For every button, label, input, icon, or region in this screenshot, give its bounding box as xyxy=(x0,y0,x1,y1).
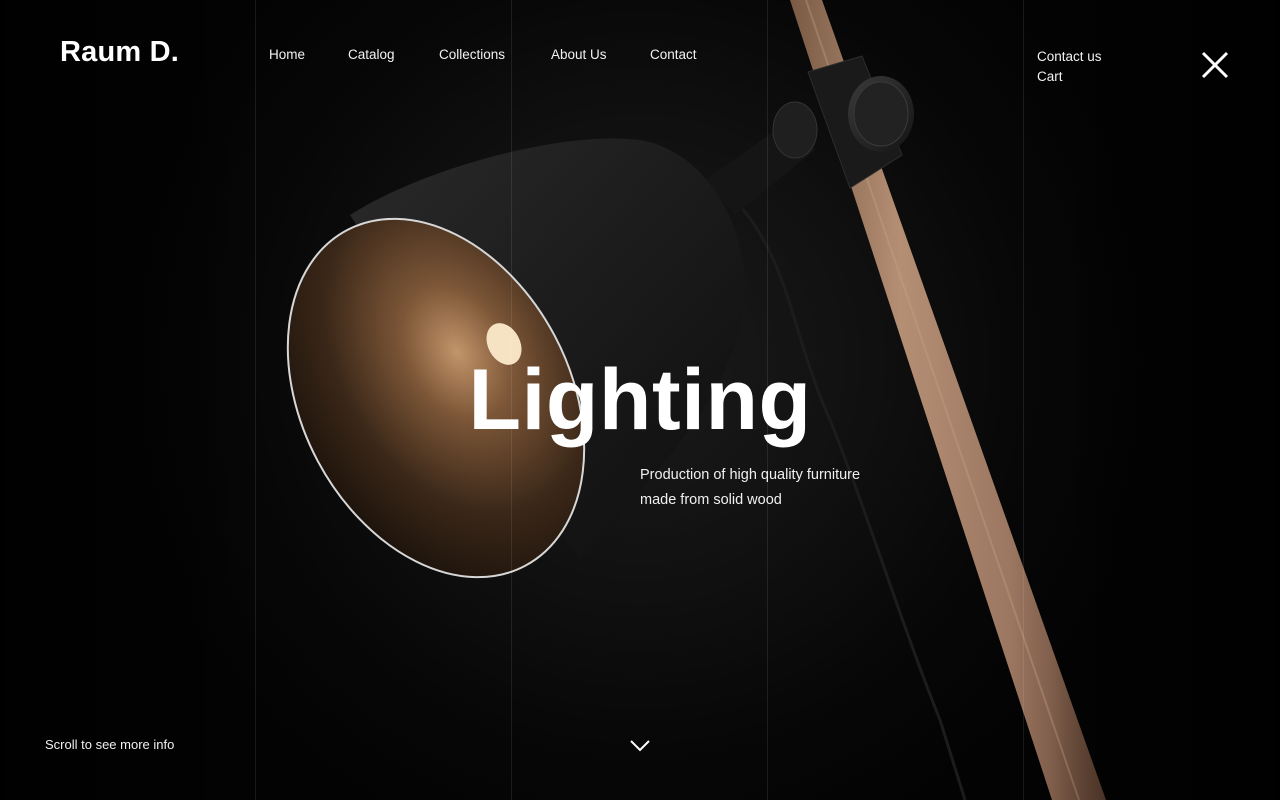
nav-item-about-us[interactable]: About Us xyxy=(551,47,607,62)
brand-logo[interactable]: Raum D. xyxy=(60,36,179,69)
cart-link[interactable]: Cart xyxy=(1037,67,1102,87)
nav-item-home[interactable]: Home xyxy=(269,47,305,62)
hero-title: Lighting xyxy=(468,352,812,448)
scroll-hint: Scroll to see more info xyxy=(45,737,175,752)
hero-tagline: Production of high quality furniture mad… xyxy=(640,463,920,513)
close-button[interactable] xyxy=(1199,49,1231,81)
close-icon xyxy=(1201,51,1229,79)
chevron-down-icon xyxy=(630,740,650,752)
scroll-down-button[interactable] xyxy=(628,738,652,754)
contact-us-link[interactable]: Contact us xyxy=(1037,47,1102,67)
tagline-line-1: Production of high quality furniture xyxy=(640,467,861,483)
tagline-line-2: made from solid wood xyxy=(640,492,782,508)
nav-item-catalog[interactable]: Catalog xyxy=(348,47,395,62)
nav-item-contact[interactable]: Contact xyxy=(650,47,697,62)
nav-item-collections[interactable]: Collections xyxy=(439,47,505,62)
side-links: Contact us Cart xyxy=(1037,47,1102,87)
